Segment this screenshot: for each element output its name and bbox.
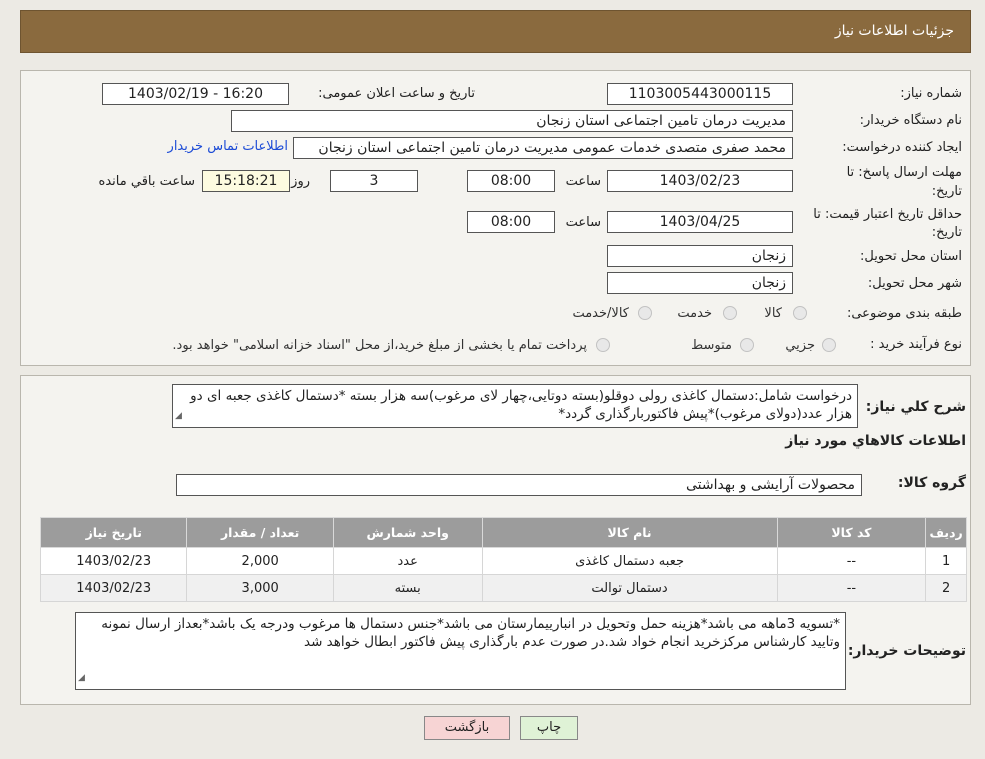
cell-row: 2	[925, 574, 967, 602]
print-button[interactable]: چاپ	[520, 716, 578, 740]
city-field: زنجان	[607, 272, 793, 294]
announce-field: 1403/02/19 - 16:20	[102, 83, 289, 105]
resize-grip-icon[interactable]: ◢	[78, 669, 85, 687]
buyer-notes-textarea[interactable]: *تسویه 3ماهه می باشد*هزینه حمل وتحویل در…	[75, 612, 846, 690]
cell-quantity: 2,000	[186, 547, 334, 575]
city-label: شهر محل تحویل:	[867, 276, 962, 291]
need-number-field: 1103005443000115	[607, 83, 793, 105]
remaining-time-field: 15:18:21	[202, 170, 290, 192]
category-option-goods: کالا	[764, 306, 782, 321]
cell-unit: عدد	[332, 547, 483, 575]
table-header-row: رديف کد کالا نام کالا واحد شمارش تعداد /…	[39, 517, 967, 548]
cell-name: جعبه دستمال کاغذی	[481, 547, 778, 575]
validity-label-2: تاريخ:	[931, 225, 962, 240]
days-field: 3	[330, 170, 418, 192]
process-note: پرداخت تمام یا بخشی از مبلغ خرید،از محل …	[172, 338, 587, 353]
creator-field: محمد صفری متصدی خدمات عمومی مدیریت درمان…	[293, 137, 793, 159]
category-radio-goods[interactable]	[793, 306, 807, 320]
table-row: 1 -- جعبه دستمال کاغذی عدد 2,000 1403/02…	[39, 547, 967, 575]
deadline-time-field: 08:00	[467, 170, 555, 192]
back-button[interactable]: بازگشت	[424, 716, 510, 740]
announce-label: تاریخ و ساعت اعلان عمومی:	[318, 86, 475, 101]
category-label: طبقه بندی موضوعی:	[846, 306, 962, 321]
deadline-label-2: تاریخ:	[931, 184, 962, 199]
deadline-label: مهلت ارسال پاسخ: تا	[846, 165, 962, 180]
category-option-both: کالا/خدمت	[572, 306, 629, 321]
cell-row: 1	[925, 547, 967, 575]
process-label: نوع فرآیند خرید :	[870, 337, 962, 352]
category-radio-service[interactable]	[723, 306, 737, 320]
table-row: 2 -- دستمال توالت بسته 3,000 1403/02/23	[39, 574, 967, 602]
summary-text: درخواست شامل:دستمال کاغذی رولی دوقلو(بست…	[190, 388, 852, 422]
col-quantity: تعداد / مقدار	[186, 517, 334, 548]
cell-date: 1403/02/23	[39, 574, 188, 602]
process-radio-medium[interactable]	[740, 338, 754, 352]
deadline-date-field: 1403/02/23	[607, 170, 793, 192]
resize-grip-icon[interactable]: ◢	[175, 407, 182, 425]
province-label: استان محل تحویل:	[860, 249, 962, 264]
category-radio-both[interactable]	[638, 306, 652, 320]
validity-time-label: ساعت	[565, 215, 601, 230]
col-row: رديف	[925, 517, 967, 548]
cell-unit: بسته	[332, 574, 483, 602]
validity-time-field: 08:00	[467, 211, 555, 233]
buyer-notes-text: *تسویه 3ماهه می باشد*هزینه حمل وتحویل در…	[101, 616, 840, 650]
col-name: نام کالا	[481, 517, 778, 548]
validity-date-field: 1403/04/25	[607, 211, 793, 233]
cell-date: 1403/02/23	[39, 547, 188, 575]
col-date: تاریخ نیاز	[39, 517, 188, 548]
col-unit: واحد شمارش	[332, 517, 483, 548]
province-field: زنجان	[607, 245, 793, 267]
category-option-service: خدمت	[677, 306, 712, 321]
creator-label: ایجاد کننده درخواست:	[842, 140, 962, 155]
summary-textarea[interactable]: درخواست شامل:دستمال کاغذی رولی دوقلو(بست…	[172, 384, 858, 428]
need-number-label: شماره نیاز:	[900, 86, 962, 101]
process-option-medium: متوسط	[691, 338, 732, 353]
summary-label: شرح کلي نياز:	[865, 399, 966, 415]
buyer-contact-link[interactable]: اطلاعات تماس خریدار	[168, 139, 288, 154]
page-header: جزئیات اطلاعات نیاز	[20, 10, 971, 53]
col-code: کد کالا	[776, 517, 927, 548]
validity-label: حداقل تاريخ اعتبار قيمت: تا	[813, 207, 962, 222]
process-radio-treasury[interactable]	[596, 338, 610, 352]
process-radio-minor[interactable]	[822, 338, 836, 352]
remaining-label: ساعت باقي مانده	[98, 174, 195, 189]
cell-code: --	[776, 547, 927, 575]
goods-group-label: گروه کالا:	[897, 475, 966, 491]
goods-table: رديف کد کالا نام کالا واحد شمارش تعداد /…	[39, 517, 967, 602]
deadline-time-label: ساعت	[565, 174, 601, 189]
page-title: جزئیات اطلاعات نیاز	[834, 23, 954, 39]
goods-section-title: اطلاعات کالاهاي مورد نياز	[785, 433, 966, 449]
goods-group-field: محصولات آرایشی و بهداشتی	[176, 474, 862, 496]
buyer-org-label: نام دستگاه خریدار:	[859, 113, 962, 128]
cell-name: دستمال توالت	[481, 574, 778, 602]
buyer-org-field: مدیریت درمان تامین اجتماعی استان زنجان	[231, 110, 793, 132]
buyer-notes-label: توضیحات خریدار:	[847, 643, 966, 659]
cell-quantity: 3,000	[186, 574, 334, 602]
cell-code: --	[776, 574, 927, 602]
process-option-minor: جزيي	[785, 338, 815, 353]
